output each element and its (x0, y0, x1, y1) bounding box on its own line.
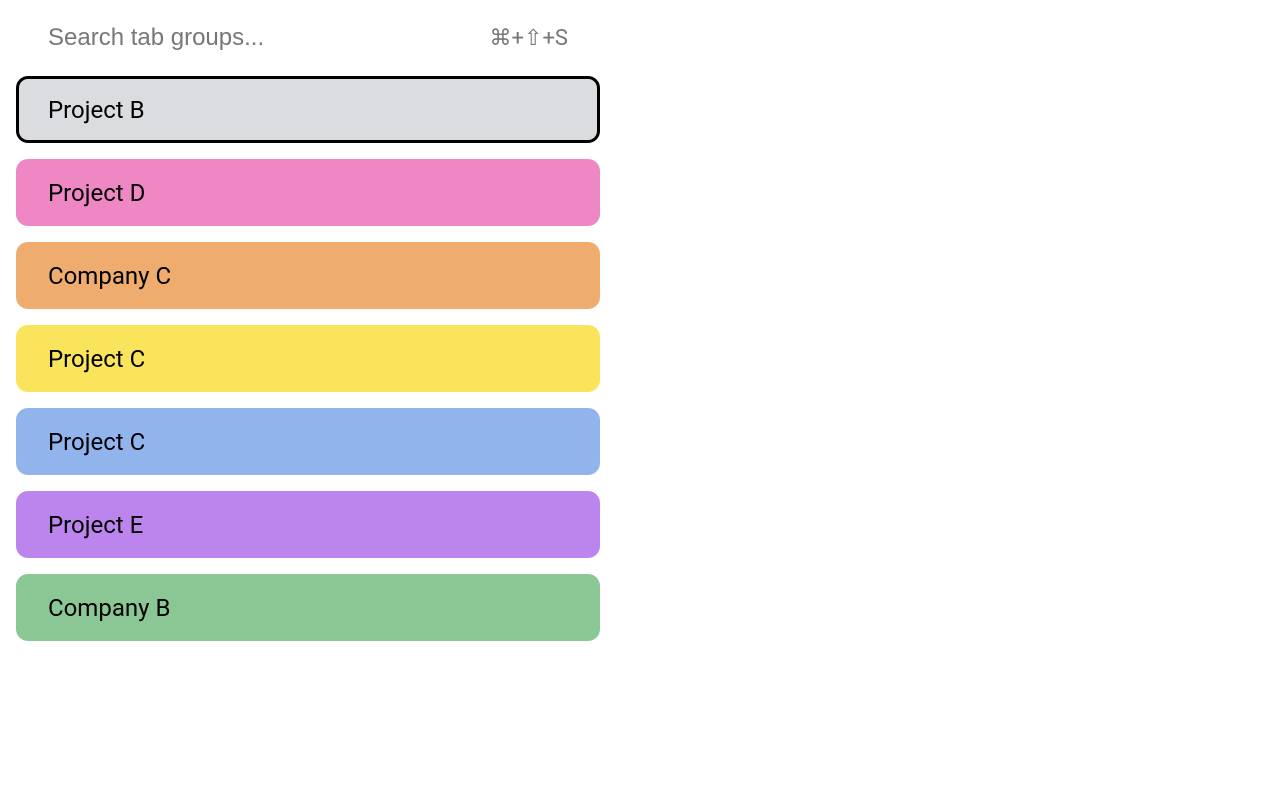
tab-group-label: Company B (48, 594, 170, 622)
search-input[interactable] (48, 24, 474, 52)
tab-group-item[interactable]: Project C (16, 325, 600, 392)
tab-group-list: Project B Project D Company C Project C Proj… (16, 76, 600, 641)
tab-group-label: Project C (48, 428, 145, 456)
tab-group-label: Project B (48, 96, 145, 124)
tab-group-item[interactable]: Project C (16, 408, 600, 475)
tab-group-label: Project E (48, 511, 143, 539)
tab-group-item[interactable]: Company B (16, 574, 600, 641)
tab-group-item[interactable]: Project D (16, 159, 600, 226)
tab-group-label: Project C (48, 345, 145, 373)
tab-group-item[interactable]: Company C (16, 242, 600, 309)
tab-group-item[interactable]: Project B (16, 76, 600, 143)
search-row: ⌘+⇧+S (16, 16, 600, 76)
tab-group-item[interactable]: Project E (16, 491, 600, 558)
search-shortcut-hint: ⌘+⇧+S (490, 26, 568, 51)
tab-group-label: Project D (48, 179, 145, 207)
tab-group-label: Company C (48, 262, 171, 290)
tab-group-picker: ⌘+⇧+S Project BProject DCompany CProject… (0, 0, 616, 657)
